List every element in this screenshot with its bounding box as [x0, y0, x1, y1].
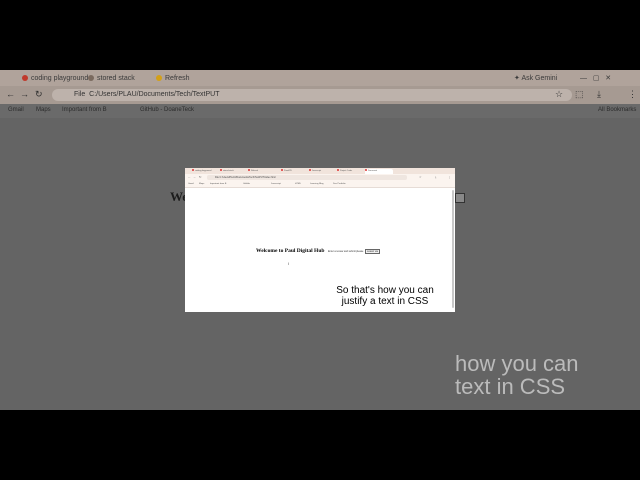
url-field[interactable]: File C:/Users/PLAU/Documents/Tech/TextPU…: [207, 175, 407, 180]
background-caption-fragment: how you can text in CSS: [455, 352, 579, 398]
download-icon[interactable]: ⤓: [435, 175, 436, 179]
tab-icon: [248, 169, 250, 172]
address-bar: ← → ↻ File C:/Users/PLAU/Documents/Tech/…: [185, 174, 455, 181]
bookmark-item[interactable]: HTML: [295, 183, 301, 185]
background-tab-label: stored stack: [97, 75, 135, 82]
bookmark-item[interactable]: Maps: [36, 107, 51, 113]
submit-button[interactable]: SUBMIT ME: [365, 249, 380, 254]
background-tab-bar: coding playground stored stack Refresh ✦…: [0, 70, 640, 86]
background-caption-line: text in CSS: [455, 374, 566, 399]
bookmark-item[interactable]: Important from B: [62, 107, 107, 113]
background-url-field[interactable]: File C:/Users/PLAU/Documents/Tech/TextPU…: [52, 89, 572, 101]
caption-line: justify a text in CSS: [341, 295, 429, 307]
bookmark-item[interactable]: All Bookmarks: [598, 107, 636, 113]
tab-icon: [281, 169, 283, 172]
tab-icon: [156, 75, 162, 82]
video-caption: So that's how you can justify a text in …: [320, 285, 450, 307]
background-address-bar: ← → ↻ File C:/Users/PLAU/Documents/Tech/…: [0, 86, 640, 104]
bookmark-item[interactable]: Dev Portfolio: [333, 183, 346, 185]
tab-icon: [309, 169, 311, 172]
caption-line: So that's how you can: [336, 285, 434, 296]
text-cursor-icon: I: [288, 261, 290, 266]
reload-icon[interactable]: ↻: [35, 89, 43, 100]
background-caption-line: how you can: [455, 351, 579, 376]
background-tab-label: coding playground: [31, 75, 89, 82]
reload-icon[interactable]: ↻: [199, 175, 202, 179]
bookmark-item[interactable]: Gmail: [188, 183, 194, 185]
background-tab-label: Refresh: [165, 75, 190, 82]
background-tab[interactable]: coding playground: [22, 72, 88, 85]
bookmark-item[interactable]: GitHub: [243, 183, 250, 185]
forward-icon[interactable]: →: [193, 175, 196, 179]
bookmark-item[interactable]: Gmail: [8, 107, 24, 113]
star-icon[interactable]: ☆: [555, 89, 563, 100]
background-button-fragment: [455, 193, 465, 203]
extensions-icon[interactable]: ⬚: [575, 89, 584, 100]
ask-gemini-button[interactable]: ✦ Ask Gemini: [514, 72, 557, 85]
back-icon[interactable]: ←: [188, 175, 191, 179]
bookmarks-bar: Gmail Maps Important from B GitHub Javas…: [185, 181, 455, 188]
bookmark-item[interactable]: GitHub - DoaneTeck: [140, 107, 194, 113]
pinterest-icon: [22, 75, 28, 82]
tab-icon: [192, 169, 194, 172]
background-tab[interactable]: stored stack: [88, 72, 135, 85]
background-tab[interactable]: Refresh: [156, 72, 190, 85]
star-icon[interactable]: ☆: [419, 175, 422, 179]
tab-icon: [220, 169, 222, 172]
window-controls[interactable]: — ▢ ✕: [580, 72, 611, 85]
page-heading: Welcome to Paul Digital Hub: [256, 248, 325, 254]
back-icon[interactable]: ←: [6, 89, 15, 99]
bookmark-item[interactable]: Javascript: [271, 183, 281, 185]
menu-icon[interactable]: ⋮: [448, 175, 451, 179]
tab-icon: [337, 169, 339, 172]
download-icon[interactable]: ⤓: [597, 89, 601, 100]
bookmark-item[interactable]: Maps: [199, 183, 204, 185]
background-bookmarks-bar: Gmail Maps Important from B GitHub - Doa…: [0, 104, 640, 118]
tab-icon: [365, 169, 367, 172]
tab-icon: [88, 75, 94, 82]
bookmark-item[interactable]: Important from B: [210, 183, 226, 185]
menu-icon[interactable]: ⋮: [628, 89, 637, 100]
review-prompt-text: Enter a review and submit please: [328, 250, 364, 253]
scrollbar[interactable]: [452, 190, 454, 308]
forward-icon[interactable]: →: [20, 89, 29, 99]
bookmark-item[interactable]: Learning Blog: [310, 183, 324, 185]
